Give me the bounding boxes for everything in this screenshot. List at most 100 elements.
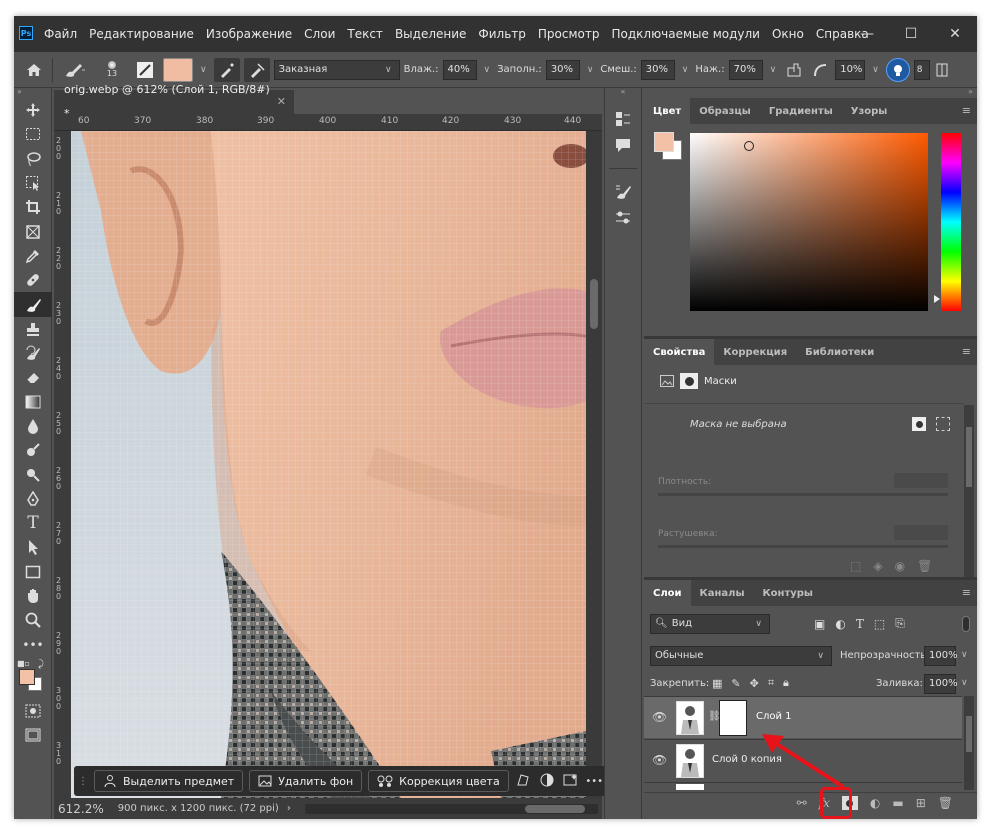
- chevron-down-icon[interactable]: ∨: [679, 65, 692, 75]
- type-tool-icon[interactable]: T: [14, 511, 52, 535]
- chevron-down-icon[interactable]: ∨: [584, 65, 597, 75]
- maximize-button[interactable]: ☐: [889, 20, 933, 48]
- panel-menu-icon[interactable]: ≡: [962, 104, 971, 117]
- tab-gradients[interactable]: Градиенты: [760, 98, 842, 124]
- chevron-right-icon[interactable]: ›: [287, 803, 291, 814]
- tab-patterns[interactable]: Узоры: [842, 98, 897, 124]
- collapse-panels-icon[interactable]: »: [644, 88, 977, 98]
- tab-paths[interactable]: Контуры: [754, 580, 822, 606]
- document-canvas[interactable]: [71, 131, 586, 798]
- zoom-tool-icon[interactable]: [14, 608, 52, 632]
- lock-transparency-icon[interactable]: ▦: [712, 677, 722, 690]
- color-panel-foreground-swatch[interactable]: [654, 132, 674, 152]
- object-selection-tool-icon[interactable]: [14, 171, 52, 195]
- link-layers-icon[interactable]: ⚯: [797, 796, 807, 810]
- smoothing-bulb-icon[interactable]: [885, 57, 910, 82]
- chevron-down-icon[interactable]: ∨: [767, 65, 780, 75]
- airbrush-icon[interactable]: [783, 58, 805, 82]
- crop-tool-icon[interactable]: [14, 195, 52, 219]
- hue-slider-marker[interactable]: [934, 295, 940, 303]
- delete-layer-icon[interactable]: 🗑: [938, 796, 953, 810]
- menu-plugins[interactable]: Подключаемые модули: [605, 16, 766, 52]
- minimize-button[interactable]: —: [845, 20, 889, 48]
- tab-adjustments[interactable]: Коррекция: [714, 339, 796, 365]
- filter-smart-object-icon[interactable]: ⎘: [895, 616, 905, 631]
- chevron-down-icon[interactable]: ∨: [958, 650, 971, 660]
- feather-slider[interactable]: [658, 545, 948, 548]
- feather-field[interactable]: [894, 525, 948, 540]
- load-selection-icon[interactable]: ⬚: [850, 559, 861, 573]
- brushes-panel-icon[interactable]: [605, 179, 641, 205]
- color-field[interactable]: [690, 133, 928, 311]
- tab-color[interactable]: Цвет: [644, 98, 691, 124]
- fill-field[interactable]: 100%: [924, 674, 958, 694]
- hand-tool-icon[interactable]: [14, 584, 52, 608]
- smoothing-field[interactable]: 8: [913, 59, 930, 80]
- menu-layers[interactable]: Слои: [298, 16, 341, 52]
- mask-icon[interactable]: [680, 373, 698, 389]
- filter-adjustment-icon[interactable]: ◐: [835, 617, 845, 631]
- vertical-scrollbar[interactable]: [586, 131, 602, 798]
- move-tool-icon[interactable]: [14, 98, 52, 122]
- history-brush-tool-icon[interactable]: [14, 341, 52, 365]
- tab-properties[interactable]: Свойства: [644, 339, 715, 365]
- mix-field[interactable]: 30%: [640, 59, 675, 80]
- color-correction-button[interactable]: Коррекция цвета: [368, 770, 509, 792]
- close-button[interactable]: ✕: [933, 20, 977, 48]
- panel-menu-icon[interactable]: ≡: [962, 586, 971, 599]
- filter-type-icon[interactable]: T: [856, 617, 864, 631]
- frame-tool-icon[interactable]: [14, 219, 52, 243]
- lock-position-icon[interactable]: ✥: [750, 677, 759, 690]
- new-group-icon[interactable]: ▬: [892, 796, 903, 810]
- collapse-icon[interactable]: »: [14, 88, 51, 98]
- symmetry-icon[interactable]: [934, 58, 950, 82]
- collapse-icon[interactable]: «: [605, 88, 641, 98]
- apply-mask-icon[interactable]: ◈: [873, 559, 882, 573]
- blend-mode-select[interactable]: Обычные ∨: [650, 646, 832, 666]
- foreground-color-swatch[interactable]: [19, 668, 35, 685]
- gradient-tool-icon[interactable]: [14, 390, 52, 414]
- path-selection-tool-icon[interactable]: [14, 535, 52, 559]
- filter-pixel-icon[interactable]: ▣: [814, 617, 825, 631]
- wet-field[interactable]: 40%: [442, 59, 477, 80]
- layer-filter-select[interactable]: 🔍︎ Вид ∨: [650, 614, 770, 634]
- pen-tool-icon[interactable]: [14, 487, 52, 511]
- chevron-down-icon[interactable]: ∨: [481, 65, 494, 75]
- density-field[interactable]: [894, 473, 948, 488]
- lock-pixels-icon[interactable]: ✎: [731, 677, 740, 690]
- tab-swatches[interactable]: Образцы: [690, 98, 760, 124]
- tab-libraries[interactable]: Библиотеки: [796, 339, 883, 365]
- adjustment-icon[interactable]: [538, 773, 556, 790]
- brush-tool-icon[interactable]: [14, 292, 52, 317]
- chevron-down-icon[interactable]: ∨: [958, 678, 971, 688]
- tab-channels[interactable]: Каналы: [691, 580, 754, 606]
- menu-view[interactable]: Просмотр: [532, 16, 606, 52]
- lock-artboard-icon[interactable]: ⌗: [768, 676, 774, 690]
- filter-toggle[interactable]: [962, 616, 970, 632]
- color-picker-marker[interactable]: [744, 141, 754, 151]
- zoom-level[interactable]: 612.2%: [58, 802, 104, 816]
- marquee-tool-icon[interactable]: [14, 122, 52, 146]
- opacity-field[interactable]: 100%: [924, 646, 958, 666]
- pixel-mask-icon[interactable]: [660, 375, 674, 387]
- menu-select[interactable]: Выделение: [389, 16, 472, 52]
- drag-handle-icon[interactable]: ⋮: [78, 776, 88, 787]
- blur-tool-icon[interactable]: [14, 414, 52, 438]
- panel-menu-icon[interactable]: ≡: [962, 345, 971, 358]
- filter-shape-icon[interactable]: ⬚: [874, 617, 885, 631]
- link-icon[interactable]: ⛓︎: [708, 711, 721, 722]
- home-icon[interactable]: [20, 58, 48, 82]
- menu-file[interactable]: Файл: [38, 16, 83, 52]
- properties-scrollbar[interactable]: [964, 405, 974, 577]
- layers-scrollbar-thumb[interactable]: [966, 716, 972, 752]
- comments-panel-icon[interactable]: [605, 132, 641, 158]
- delete-mask-icon[interactable]: 🗑: [917, 559, 932, 573]
- dodge-tool-icon-2[interactable]: [14, 462, 52, 486]
- hue-slider[interactable]: [934, 133, 961, 311]
- horizontal-scrollbar[interactable]: [304, 803, 598, 814]
- angle-icon[interactable]: [809, 58, 831, 82]
- visibility-eye-icon[interactable]: 👁︎: [652, 753, 667, 767]
- tab-layers[interactable]: Слои: [644, 580, 691, 606]
- lasso-tool-icon[interactable]: [14, 147, 52, 171]
- density-slider[interactable]: [658, 493, 948, 496]
